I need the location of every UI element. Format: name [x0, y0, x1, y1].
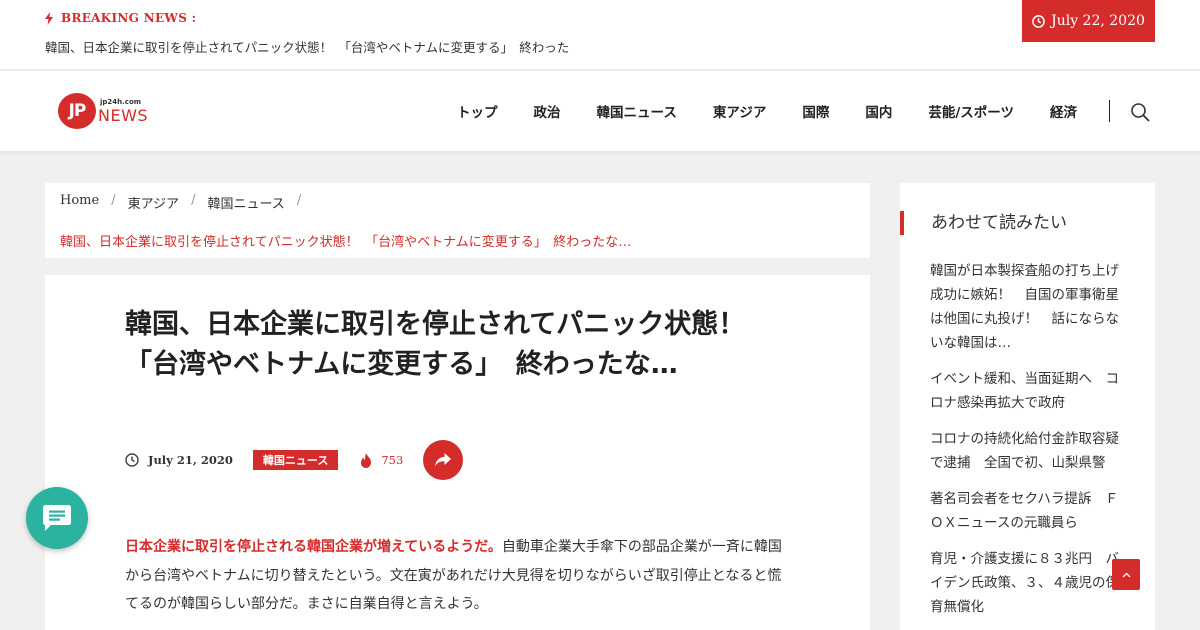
logo-mark: JP — [58, 93, 96, 129]
bolt-icon — [45, 11, 53, 25]
related-article-link[interactable]: 著名司会者をセクハラ提訴 ＦＯＸニュースの元職員ら — [930, 487, 1120, 535]
breadcrumb-east-asia[interactable]: 東アジア — [128, 193, 179, 212]
logo-news: NEWS — [98, 105, 149, 125]
current-date: July 22, 2020 — [1022, 0, 1155, 42]
related-article-link[interactable]: コロナの持続化給付金詐取容疑で逮捕 全国で初、山梨県警 — [930, 427, 1120, 475]
related-articles: 韓国が日本製探査船の打ち上げ成功に嫉妬！ 自国の軍事衛星は他国に丸投げ！ 話にな… — [930, 259, 1120, 630]
breadcrumb-korea-news[interactable]: 韓国ニュース — [207, 193, 284, 212]
chat-icon — [43, 505, 71, 531]
chevron-up-icon — [1122, 572, 1130, 577]
fire-icon — [361, 452, 372, 468]
view-count: 753 — [360, 452, 403, 468]
related-article-link[interactable]: イベント緩和、当面延期へ コロナ感染再拡大で政府 — [930, 367, 1120, 415]
breaking-news-ticker[interactable]: 韓国、日本企業に取引を停止されてパニック状態！ 「台湾やベトナムに変更する」 終… — [45, 37, 569, 56]
search-icon[interactable] — [1130, 102, 1150, 122]
breaking-news-label: BREAKING NEWS : — [45, 11, 196, 25]
nav-item-east-asia[interactable]: 東アジア — [713, 101, 766, 121]
breadcrumb-separator: / — [191, 193, 196, 208]
breadcrumb: Home / 東アジア / 韓国ニュース / 韓国、日本企業に取引を停止されてパ… — [45, 183, 870, 258]
article-lead: 日本企業に取引を停止される韓国企業が増えているようだ。自動車企業大手傘下の部品企… — [125, 533, 790, 619]
article: 韓国、日本企業に取引を停止されてパニック状態！ 「台湾やベトナムに変更する」 終… — [45, 275, 870, 630]
nav-item-domestic[interactable]: 国内 — [865, 101, 892, 121]
nav-item-international[interactable]: 国際 — [802, 101, 829, 121]
nav-item-korea-news[interactable]: 韓国ニュース — [597, 101, 677, 121]
breadcrumb-current: 韓国、日本企業に取引を停止されてパニック状態！ 「台湾やベトナムに変更する」 終… — [60, 235, 632, 250]
lead-highlight: 日本企業に取引を停止される韓国企業が増えているようだ。 — [125, 539, 502, 555]
nav-divider — [1109, 100, 1110, 122]
nav-item-politics[interactable]: 政治 — [534, 101, 561, 121]
site-header: JP jp24h.com NEWS トップ 政治 韓国ニュース 東アジア 国際 … — [0, 71, 1200, 151]
article-meta: July 21, 2020 韓国ニュース 753 — [125, 440, 464, 480]
logo-domain: jp24h.com — [100, 97, 142, 106]
share-button[interactable] — [423, 440, 464, 480]
nav-item-entertainment-sports[interactable]: 芸能/スポーツ — [928, 101, 1014, 121]
related-article-link[interactable]: 育児・介護支援に８３兆円 バイデン氏政策、３、４歳児の保育無償化 — [930, 547, 1120, 619]
nav-item-economy[interactable]: 経済 — [1050, 101, 1077, 121]
category-badge[interactable]: 韓国ニュース — [252, 450, 339, 470]
article-title: 韓国、日本企業に取引を停止されてパニック状態！ 「台湾やベトナムに変更する」 終… — [125, 309, 773, 380]
nav-item-top[interactable]: トップ — [457, 101, 498, 121]
main-nav: トップ 政治 韓国ニュース 東アジア 国際 国内 芸能/スポーツ 経済 — [421, 71, 1077, 151]
scroll-to-top-button[interactable] — [1112, 559, 1140, 590]
clock-icon — [1032, 14, 1045, 28]
related-article-link[interactable]: 韓国が日本製探査船の打ち上げ成功に嫉妬！ 自国の軍事衛星は他国に丸投げ！ 話にな… — [930, 259, 1120, 355]
top-bar: BREAKING NEWS : 韓国、日本企業に取引を停止されてパニック状態！ … — [0, 0, 1200, 70]
breadcrumb-separator: / — [111, 193, 116, 208]
breadcrumb-home[interactable]: Home — [60, 193, 99, 212]
share-icon — [435, 453, 452, 467]
breadcrumb-separator: / — [296, 193, 302, 208]
clock-icon — [125, 453, 139, 467]
chat-button[interactable] — [26, 487, 88, 549]
article-date: July 21, 2020 — [125, 453, 233, 467]
sidebar-title: あわせて読みたい — [900, 211, 1067, 235]
site-logo[interactable]: JP jp24h.com NEWS — [58, 93, 148, 129]
